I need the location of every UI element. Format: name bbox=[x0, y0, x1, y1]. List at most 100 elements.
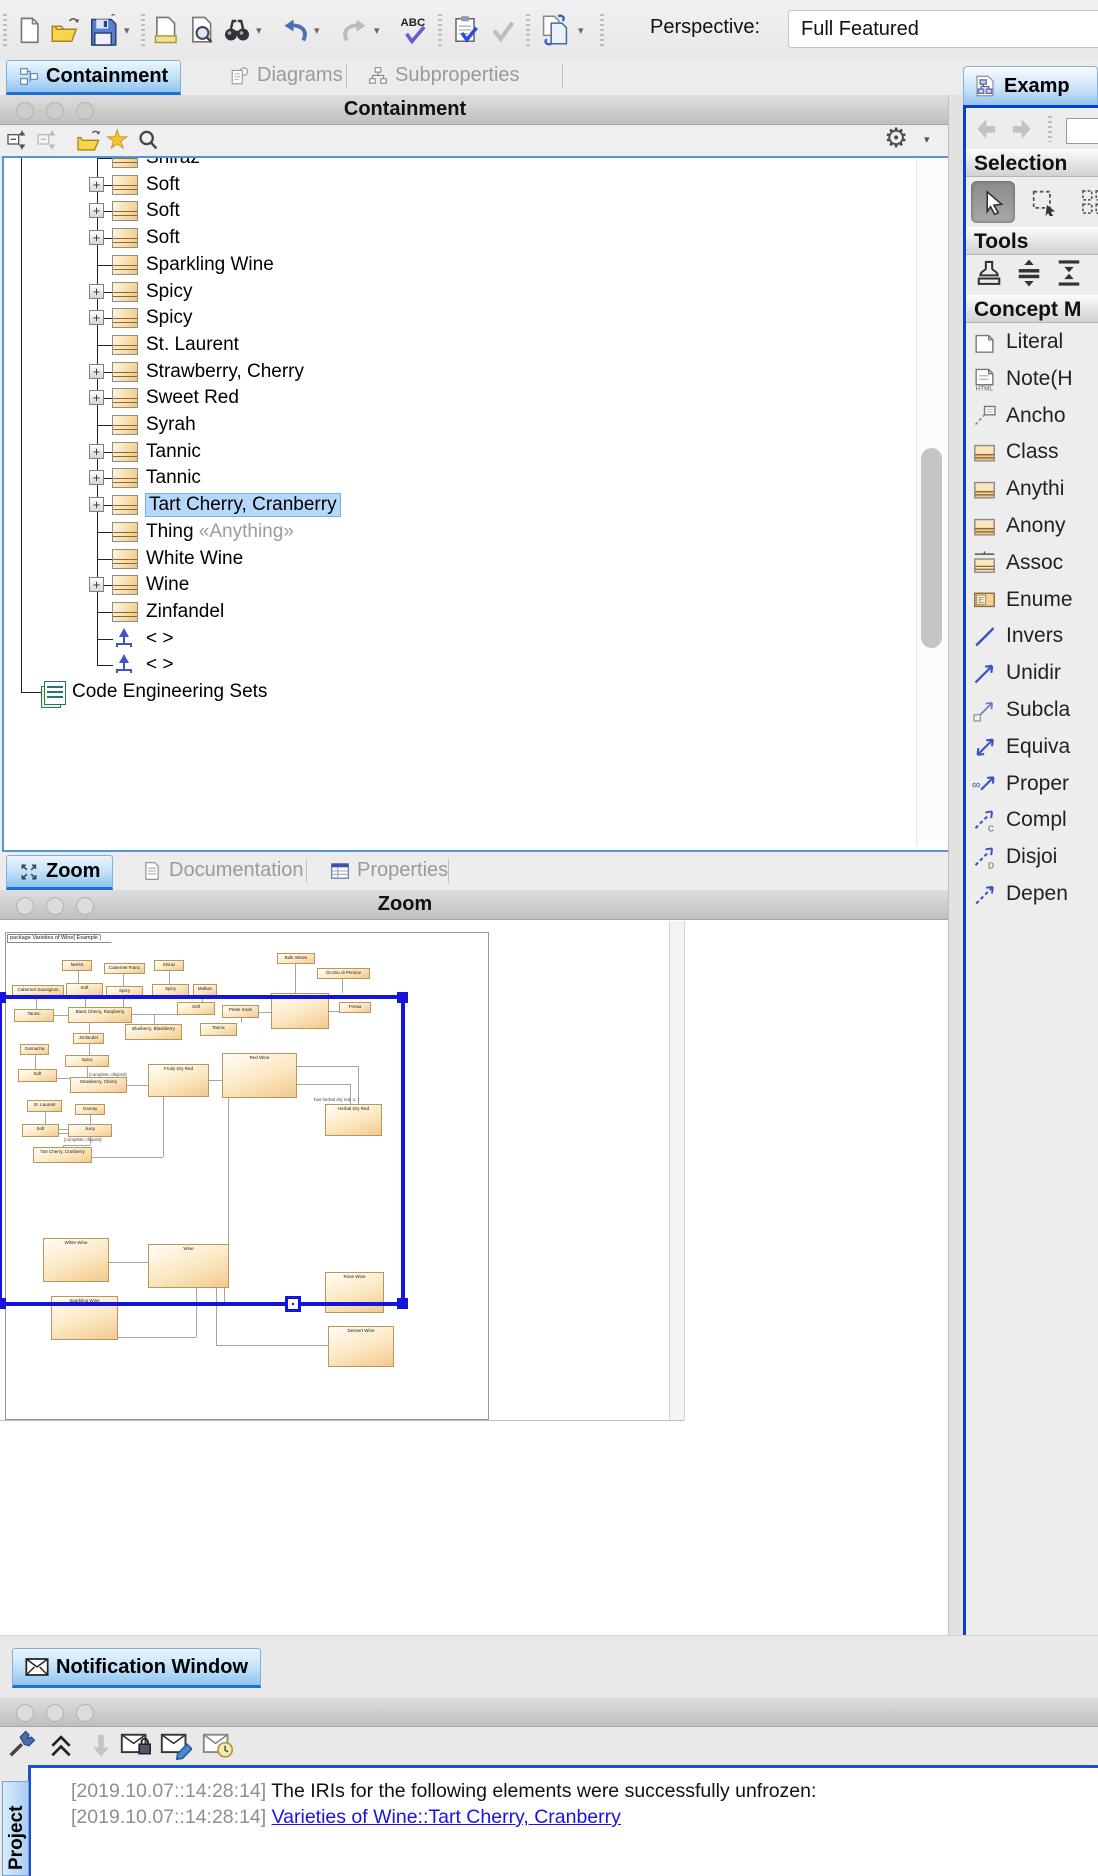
lock-message-icon[interactable] bbox=[120, 1730, 152, 1762]
project-side-tab[interactable]: Project bbox=[2, 1781, 29, 1876]
tree-expander[interactable]: + bbox=[89, 230, 104, 245]
zoom-scrollbar-track[interactable] bbox=[669, 921, 685, 1420]
spell-check-icon[interactable]: ABC bbox=[398, 12, 432, 48]
tree-item--[interactable]: < > bbox=[4, 626, 904, 653]
undo-dropdown-caret[interactable]: ▾ bbox=[314, 24, 320, 37]
panel-dot[interactable] bbox=[16, 1704, 34, 1722]
tools-section-header[interactable]: Tools bbox=[966, 227, 1098, 255]
tree-item-st-laurent[interactable]: St. Laurent bbox=[4, 332, 904, 359]
tree-expander[interactable]: + bbox=[89, 177, 104, 192]
tree-item-tannic[interactable]: +Tannic bbox=[4, 439, 904, 466]
tree-item-soft[interactable]: +Soft bbox=[4, 172, 904, 199]
diagram-class-box[interactable]: Dessert Wine bbox=[328, 1326, 394, 1367]
tab-properties[interactable]: Properties bbox=[318, 855, 460, 886]
selection-section-header[interactable]: Selection bbox=[966, 149, 1098, 177]
tab-containment[interactable]: Containment bbox=[6, 60, 181, 95]
tree-expander[interactable]: + bbox=[89, 577, 104, 592]
distribute-vertical-icon[interactable] bbox=[1014, 258, 1044, 288]
tree-item-thing[interactable]: Thing «Anything» bbox=[4, 519, 904, 546]
palette-item-anythi[interactable]: Anythi bbox=[972, 474, 1064, 504]
notification-log[interactable]: [2019.10.07::14:28:14] The IRIs for the … bbox=[28, 1765, 1098, 1876]
diagram-class-box[interactable]: Occhio di Pernice bbox=[317, 968, 370, 979]
print-preview-icon[interactable] bbox=[184, 12, 218, 48]
tab-documentation[interactable]: Documentation bbox=[130, 855, 316, 886]
zoom-viewport-rect[interactable] bbox=[0, 995, 405, 1306]
tree-item-white-wine[interactable]: White Wine bbox=[4, 546, 904, 573]
viewport-handle-tl[interactable] bbox=[0, 992, 6, 1003]
open-in-new-tree-icon[interactable] bbox=[76, 128, 102, 154]
new-project-icon[interactable] bbox=[12, 12, 46, 48]
save-project-icon[interactable]: * bbox=[86, 12, 120, 48]
diagram-class-box[interactable]: Cabernet Franc bbox=[104, 963, 145, 974]
palette-item-equiva[interactable]: Equiva bbox=[972, 732, 1070, 762]
write-message-icon[interactable] bbox=[160, 1730, 192, 1762]
tree-item-wine[interactable]: +Wine bbox=[4, 572, 904, 599]
cut-off-toolbar-icon[interactable] bbox=[1066, 118, 1098, 144]
message-history-icon[interactable] bbox=[202, 1730, 234, 1762]
viewport-handle-br[interactable] bbox=[397, 1298, 408, 1309]
notification-panel-titlebar[interactable] bbox=[0, 1697, 1098, 1727]
gear-dropdown-caret[interactable]: ▾ bbox=[924, 133, 930, 146]
panel-splitter[interactable] bbox=[948, 95, 964, 1635]
palette-item-enume[interactable]: EEnume bbox=[972, 585, 1073, 615]
tab-zoom[interactable]: Zoom bbox=[6, 855, 113, 890]
tree-item-spicy[interactable]: +Spicy bbox=[4, 279, 904, 306]
compress-vertical-icon[interactable] bbox=[1054, 258, 1084, 288]
tab-notification-window[interactable]: Notification Window bbox=[12, 1648, 261, 1688]
palette-item-compl[interactable]: CCompl bbox=[972, 805, 1067, 835]
find-dropdown-caret[interactable]: ▾ bbox=[256, 24, 262, 37]
zoom-panel-titlebar[interactable]: Zoom bbox=[0, 890, 948, 920]
tree-expander[interactable]: + bbox=[89, 444, 104, 459]
find-icon[interactable] bbox=[220, 12, 254, 48]
diagram-class-box[interactable]: Bulk Wines bbox=[277, 953, 315, 964]
stamp-tool-icon[interactable] bbox=[974, 258, 1004, 288]
log-element-link[interactable]: Varieties of Wine::Tart Cherry, Cranberr… bbox=[272, 1806, 621, 1828]
tree-expander[interactable]: + bbox=[89, 203, 104, 218]
expand-messages-icon[interactable] bbox=[46, 1730, 78, 1762]
palette-item-literal[interactable]: Literal bbox=[972, 327, 1063, 357]
expand-tree-icon[interactable] bbox=[6, 128, 30, 152]
tree-expander[interactable]: + bbox=[89, 364, 104, 379]
validate-icon[interactable] bbox=[448, 12, 482, 48]
tab-example-diagram[interactable]: Examp bbox=[963, 66, 1098, 105]
tree-item-syrah[interactable]: Syrah bbox=[4, 412, 904, 439]
gear-icon[interactable]: ⚙ bbox=[884, 123, 908, 154]
viewport-handle-tr[interactable] bbox=[397, 992, 408, 1003]
tree-expander[interactable]: + bbox=[89, 284, 104, 299]
palette-item-ancho[interactable]: Ancho bbox=[972, 401, 1066, 431]
favorites-star-icon[interactable]: ★ bbox=[106, 125, 128, 155]
palette-item-assoc[interactable]: Assoc bbox=[972, 548, 1063, 578]
palette-item-disjoi[interactable]: DDisjoi bbox=[972, 842, 1057, 872]
search-icon[interactable] bbox=[136, 128, 160, 152]
viewport-handle-bottom-center[interactable] bbox=[285, 1296, 301, 1312]
save-dropdown-caret[interactable]: ▾ bbox=[124, 24, 130, 37]
tree-item-sweet-red[interactable]: +Sweet Red bbox=[4, 385, 904, 412]
tree-item-tannic[interactable]: +Tannic bbox=[4, 465, 904, 492]
tree-expander[interactable]: + bbox=[89, 390, 104, 405]
tree-expander[interactable]: + bbox=[89, 470, 104, 485]
tab-diagrams[interactable]: Diagrams bbox=[218, 60, 355, 91]
palette-item-class[interactable]: Class bbox=[972, 437, 1059, 467]
palette-item-note-h[interactable]: HTMLNote(H bbox=[972, 364, 1073, 394]
tree-item-soft[interactable]: +Soft bbox=[4, 198, 904, 225]
tree-item-code-engineering-sets[interactable]: Code Engineering Sets bbox=[4, 679, 904, 706]
containment-tree[interactable]: Shiraz+Soft+Soft+SoftSparkling Wine+Spic… bbox=[2, 156, 950, 852]
tree-item-strawberry-cherry[interactable]: +Strawberry, Cherry bbox=[4, 359, 904, 386]
tree-expander[interactable]: + bbox=[89, 497, 104, 512]
palette-section-header[interactable]: Concept M bbox=[966, 295, 1098, 323]
print-icon[interactable] bbox=[148, 12, 182, 48]
tree-expander[interactable]: + bbox=[89, 310, 104, 325]
tree-scrollbar-thumb[interactable] bbox=[921, 448, 942, 648]
containment-panel-titlebar[interactable]: Containment bbox=[0, 95, 948, 125]
diagram-class-box[interactable]: Shiraz bbox=[154, 960, 184, 971]
open-project-icon[interactable] bbox=[48, 12, 82, 48]
tree-item-zinfandel[interactable]: Zinfandel bbox=[4, 599, 904, 626]
palette-item-depen[interactable]: Depen bbox=[972, 879, 1068, 909]
palette-item-subcla[interactable]: Subcla bbox=[972, 695, 1070, 725]
diagram-class-box[interactable]: Merlot bbox=[62, 960, 92, 971]
redo-icon[interactable] bbox=[338, 12, 372, 48]
notification-settings-icon[interactable] bbox=[6, 1730, 38, 1762]
tree-item-soft[interactable]: +Soft bbox=[4, 225, 904, 252]
palette-item-invers[interactable]: Invers bbox=[972, 621, 1063, 651]
panel-dot[interactable] bbox=[76, 1704, 94, 1722]
